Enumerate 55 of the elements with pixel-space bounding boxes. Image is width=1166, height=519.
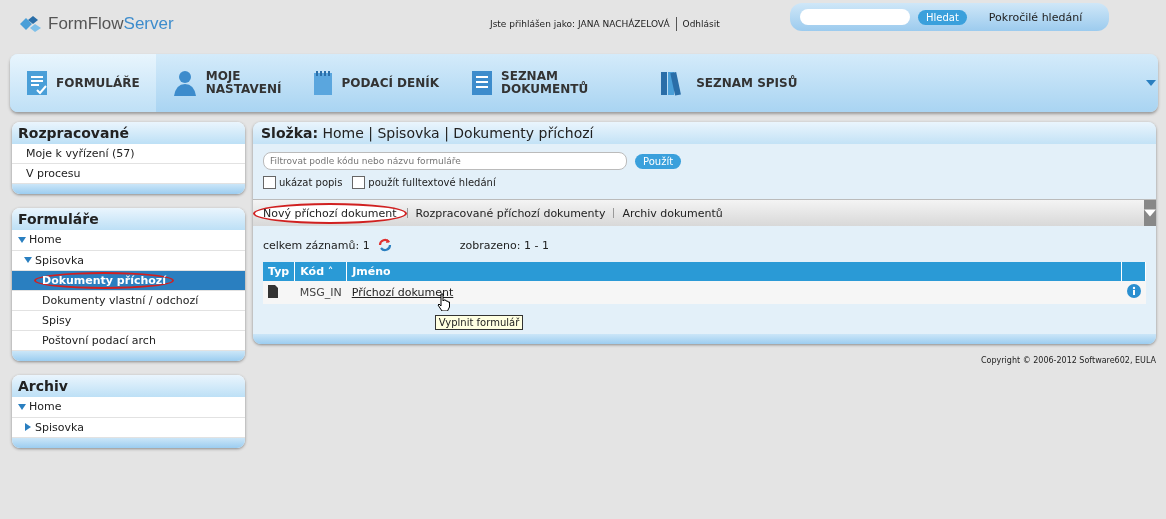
logo-text: FormFlowServer — [48, 14, 174, 34]
tree-item[interactable]: Home — [18, 233, 62, 246]
tree-item[interactable]: Spisy — [12, 311, 245, 331]
tree-item[interactable]: Dokumenty příchozí — [12, 271, 245, 291]
caret-down-icon — [18, 235, 26, 244]
nav-tab[interactable]: MOJE NASTAVENÍ — [155, 54, 298, 112]
checkbox[interactable] — [263, 176, 276, 189]
checkbox[interactable] — [352, 176, 366, 189]
tab[interactable]: Rozpracované příchozí dokumenty — [407, 204, 614, 222]
advanced-search-link[interactable]: Pokročilé hledání — [988, 10, 1099, 24]
nav-tab[interactable]: PODACÍ DENÍK — [297, 54, 456, 112]
search-field[interactable] — [800, 9, 910, 25]
tooltip: Vyplnit formulář — [434, 315, 524, 330]
caret-right-icon — [24, 423, 32, 431]
logout-link[interactable]: Odhlásit — [682, 19, 720, 29]
tree-item[interactable]: Home — [18, 400, 62, 413]
tree-label: Spisovka — [35, 253, 84, 267]
panel-title: Formuláře — [12, 208, 245, 230]
panel-title: Archiv — [12, 375, 245, 397]
tree-item[interactable]: Dokumenty vlastní / odchozí — [12, 291, 245, 311]
sidebar-item[interactable]: Moje k vyřízení (57) — [12, 144, 245, 164]
caret-down-icon — [18, 402, 26, 411]
user-icon — [171, 70, 198, 96]
table-cell: MSG_IN — [294, 281, 347, 304]
list-icon — [471, 70, 494, 96]
copyright-text: Copyright © 2006-2012 Software602, EULA — [980, 356, 1156, 365]
form-link[interactable]: Příchozí dokument — [351, 286, 454, 299]
folder-breadcrumb: Home | Spisovka | Dokumenty příchozí — [322, 125, 594, 141]
panel-title: Rozpracované — [12, 122, 245, 144]
notebook-icon — [313, 70, 334, 96]
caret-down-icon — [24, 256, 32, 264]
tab[interactable]: Archiv dokumentů — [614, 204, 731, 222]
filter-field[interactable]: Filtrovat podle kódu nebo názvu formuláře — [263, 152, 627, 170]
tree-item[interactable]: Spisovka — [24, 253, 84, 267]
caret-down-icon[interactable] — [1146, 79, 1156, 87]
caret-down-icon[interactable] — [1144, 200, 1156, 226]
tree-label: Home — [29, 400, 62, 413]
tree-label: Home — [29, 233, 62, 246]
refresh-icon[interactable] — [377, 238, 392, 252]
document-icon — [268, 284, 278, 298]
tree-label: Spisovka — [35, 420, 84, 434]
tab[interactable]: Nový příchozí dokument — [253, 202, 407, 224]
folder-label: Složka: — [261, 125, 318, 141]
shown-range: zobrazeno: 1 - 1 — [459, 238, 549, 252]
nav-tab[interactable]: FORMULÁŘE — [10, 54, 156, 112]
checkbox-label: ukázat popis — [279, 177, 343, 188]
tree-item[interactable]: Spisovka — [24, 420, 84, 434]
nav-tab[interactable]: SEZNAM DOKUMENTŮ — [455, 54, 605, 112]
login-label: Jste přihlášen jako: JANA NACHÁZELOVÁ — [490, 19, 670, 29]
nav-tab[interactable]: SEZNAM SPISŮ — [644, 54, 814, 112]
record-count: celkem záznamů: 1 — [263, 238, 370, 252]
checkbox-label: použít fulltextové hledání — [368, 177, 496, 188]
info-icon[interactable] — [1126, 284, 1141, 298]
document-icon — [26, 70, 48, 96]
logo-icon — [20, 16, 42, 32]
